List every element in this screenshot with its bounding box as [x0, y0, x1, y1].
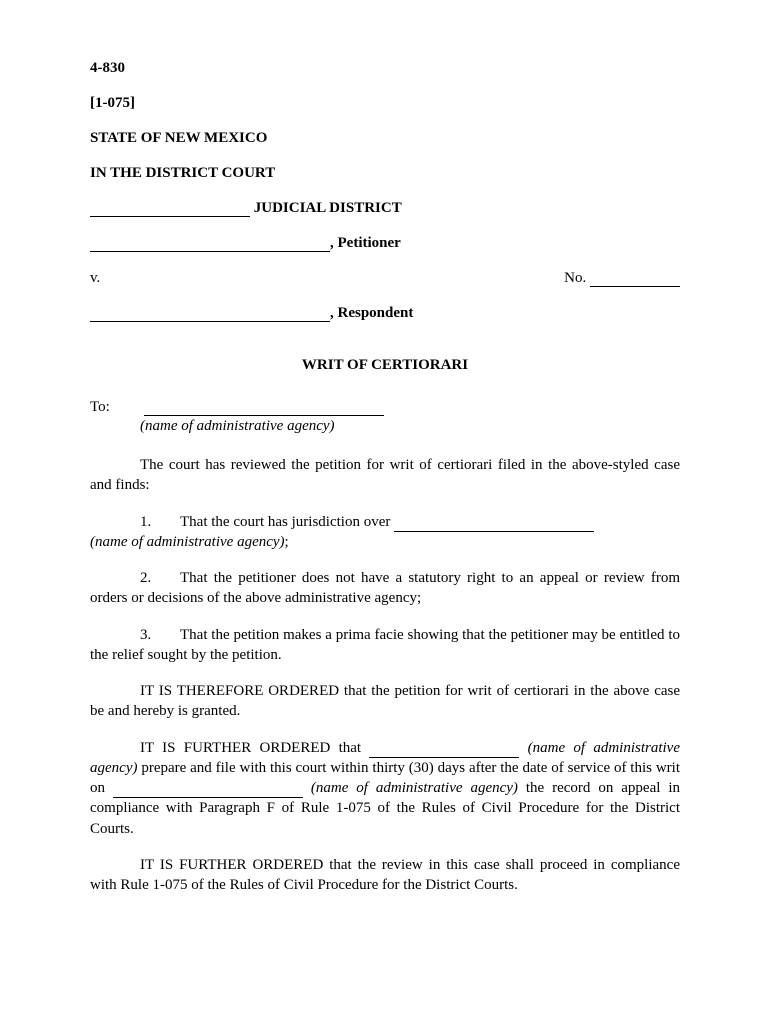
district-blank[interactable] [90, 216, 250, 217]
respondent-suffix: , Respondent [330, 305, 413, 321]
finding-3-number: 3. [140, 625, 180, 645]
finding-1-semicolon: ; [285, 534, 289, 550]
finding-1: 1.That the court has jurisdiction over (… [90, 512, 680, 553]
finding-1-number: 1. [140, 512, 180, 532]
respondent-line: , Respondent [90, 305, 680, 322]
case-number-blank[interactable] [590, 286, 680, 287]
order-2-blank-1[interactable] [369, 757, 519, 758]
order-2-blank-2[interactable] [113, 797, 303, 798]
state-name: STATE OF NEW MEXICO [90, 130, 680, 147]
document-title: WRIT OF CERTIORARI [90, 357, 680, 374]
finding-1-blank[interactable] [394, 531, 594, 532]
petitioner-blank[interactable] [90, 251, 330, 252]
order-1: IT IS THEREFORE ORDERED that the petitio… [90, 681, 680, 722]
respondent-blank[interactable] [90, 321, 330, 322]
judicial-district-line: JUDICIAL DISTRICT [90, 200, 680, 217]
order-2-text-a: IT IS FURTHER ORDERED that [140, 740, 369, 756]
order-3: IT IS FURTHER ORDERED that the review in… [90, 855, 680, 896]
no-label: No. [564, 270, 586, 286]
finding-1-text: That the court has jurisdiction over [180, 514, 394, 530]
versus-row: v. No. [90, 270, 680, 287]
order-2-hint-2: (name of administrative agency) [303, 780, 518, 796]
court-name: IN THE DISTRICT COURT [90, 165, 680, 182]
petitioner-line: , Petitioner [90, 235, 680, 252]
case-number: No. [564, 270, 680, 287]
to-hint: (name of administrative agency) [140, 418, 680, 435]
rule-reference: [1-075] [90, 95, 680, 112]
intro-paragraph: The court has reviewed the petition for … [90, 455, 680, 496]
to-blank[interactable] [144, 415, 384, 416]
finding-3: 3.That the petition makes a prima facie … [90, 625, 680, 666]
to-row: To: [90, 399, 680, 416]
versus-label: v. [90, 270, 100, 287]
petitioner-suffix: , Petitioner [330, 235, 401, 251]
form-number: 4-830 [90, 60, 680, 77]
order-2: IT IS FURTHER ORDERED that (name of admi… [90, 738, 680, 839]
to-label: To: [90, 399, 140, 416]
finding-2: 2.That the petitioner does not have a st… [90, 568, 680, 609]
finding-1-hint: (name of administrative agency) [90, 534, 285, 550]
district-suffix: JUDICIAL DISTRICT [250, 200, 402, 216]
finding-2-number: 2. [140, 568, 180, 588]
